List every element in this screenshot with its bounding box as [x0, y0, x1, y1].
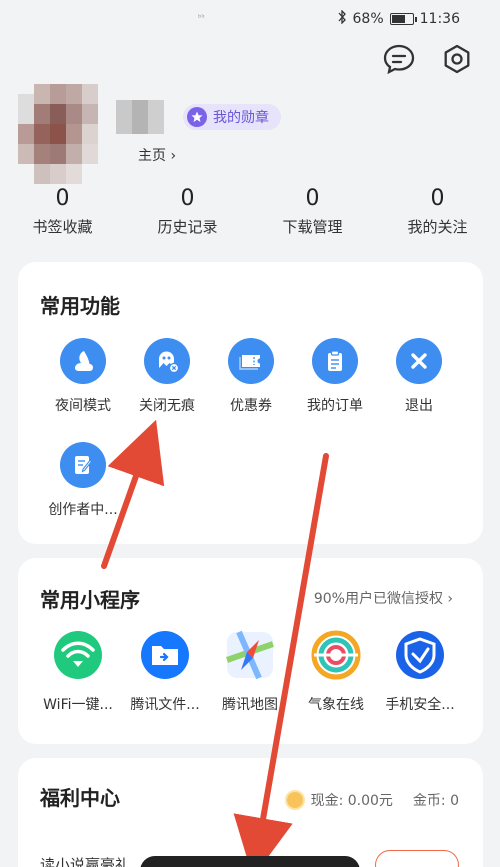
creator-center-icon	[60, 442, 106, 488]
stat-bookmarks[interactable]: 0 书签收藏	[0, 186, 125, 237]
settings-icon[interactable]	[440, 42, 474, 76]
stat-following[interactable]: 0 我的关注	[375, 186, 500, 237]
bluetooth-icon	[337, 9, 347, 28]
read-novel-task: 读小说赢豪礼	[40, 856, 131, 867]
night-mode-icon	[60, 338, 106, 384]
message-icon[interactable]	[382, 42, 416, 76]
avatar[interactable]	[18, 84, 168, 188]
mini-program-phone-security[interactable]: 手机安全...	[374, 630, 466, 714]
stats-row: 0 书签收藏 0 历史记录 0 下载管理 0 我的关注	[0, 186, 500, 237]
tencent-file-icon	[140, 630, 190, 680]
my-orders-button[interactable]: 我的订单	[292, 338, 378, 415]
exit-icon	[396, 338, 442, 384]
signal-indicator: ᵇˡᶦ	[198, 13, 205, 22]
mini-program-label: 气象在线	[308, 697, 364, 713]
my-medal-button[interactable]: 我的勋章	[183, 104, 281, 130]
status-bar: ᵇˡᶦ 68% 11:36	[0, 0, 500, 38]
coupon-button[interactable]: 优惠券	[208, 338, 294, 415]
mini-program-tencent-file[interactable]: 腾讯文件...	[119, 630, 211, 714]
welfare-balance: 现金: 0.00元 金币: 0	[284, 790, 459, 810]
stat-label: 历史记录	[157, 218, 218, 236]
incognito-off-button[interactable]: 关闭无痕	[124, 338, 210, 415]
stat-value: 0	[55, 186, 70, 211]
coin-icon	[284, 790, 305, 810]
creator-center-button[interactable]: 创作者中...	[40, 442, 126, 519]
section-title: 常用小程序	[40, 588, 140, 612]
medal-icon	[187, 107, 207, 127]
mini-program-tencent-map[interactable]: 腾讯地图	[204, 630, 296, 714]
stat-value: 0	[180, 186, 195, 211]
coupon-icon	[228, 338, 274, 384]
homepage-link[interactable]: 主页 ›	[138, 145, 176, 165]
stat-label: 书签收藏	[32, 218, 93, 236]
mini-program-wifi[interactable]: WiFi一键...	[32, 630, 124, 714]
wechat-auth-link[interactable]: 90%用户已微信授权 ›	[314, 588, 453, 608]
incognito-off-icon	[144, 338, 190, 384]
weather-icon	[311, 630, 361, 680]
battery-icon	[389, 13, 417, 25]
stat-value: 0	[305, 186, 320, 211]
mini-program-label: WiFi一键...	[43, 697, 113, 713]
mini-program-label: 腾讯地图	[222, 697, 278, 713]
gold-balance: 金币: 0	[412, 793, 459, 809]
stat-history[interactable]: 0 历史记录	[125, 186, 250, 237]
my-orders-label: 我的订单	[307, 398, 363, 414]
stat-value: 0	[430, 186, 445, 211]
creator-center-label: 创作者中...	[48, 502, 118, 518]
welfare-center-card: 福利中心 现金: 0.00元 金币: 0 读小说赢豪礼	[18, 758, 483, 867]
stat-downloads[interactable]: 0 下载管理	[250, 186, 375, 237]
orders-icon	[312, 338, 358, 384]
mini-program-weather[interactable]: 气象在线	[290, 630, 382, 714]
clock: 11:36	[419, 11, 460, 27]
mini-programs-card: 常用小程序 90%用户已微信授权 › WiFi一键... 腾讯文件... 腾讯地…	[18, 558, 483, 744]
battery-percent: 68%	[352, 11, 384, 27]
bottom-toolbar[interactable]	[140, 856, 360, 867]
read-novel-button[interactable]	[375, 850, 459, 867]
cash-balance: 现金: 0.00元	[310, 793, 393, 809]
section-title: 福利中心	[40, 786, 120, 810]
phone-security-icon	[395, 630, 445, 680]
coupon-label: 优惠券	[230, 398, 272, 414]
night-mode-button[interactable]: 夜间模式	[40, 338, 126, 415]
common-functions-card: 常用功能 夜间模式 关闭无痕 优惠券 我的订单 退出 创作者中...	[18, 262, 483, 544]
section-title: 常用功能	[40, 294, 120, 318]
wifi-icon	[53, 630, 103, 680]
mini-program-label: 腾讯文件...	[130, 697, 200, 713]
mini-program-label: 手机安全...	[385, 697, 455, 713]
exit-label: 退出	[405, 398, 433, 414]
exit-button[interactable]: 退出	[376, 338, 462, 415]
medal-label: 我的勋章	[213, 110, 269, 126]
incognito-off-label: 关闭无痕	[139, 398, 195, 414]
tencent-map-icon	[225, 630, 275, 680]
stat-label: 下载管理	[282, 218, 343, 236]
night-mode-label: 夜间模式	[55, 398, 111, 414]
stat-label: 我的关注	[407, 218, 468, 236]
